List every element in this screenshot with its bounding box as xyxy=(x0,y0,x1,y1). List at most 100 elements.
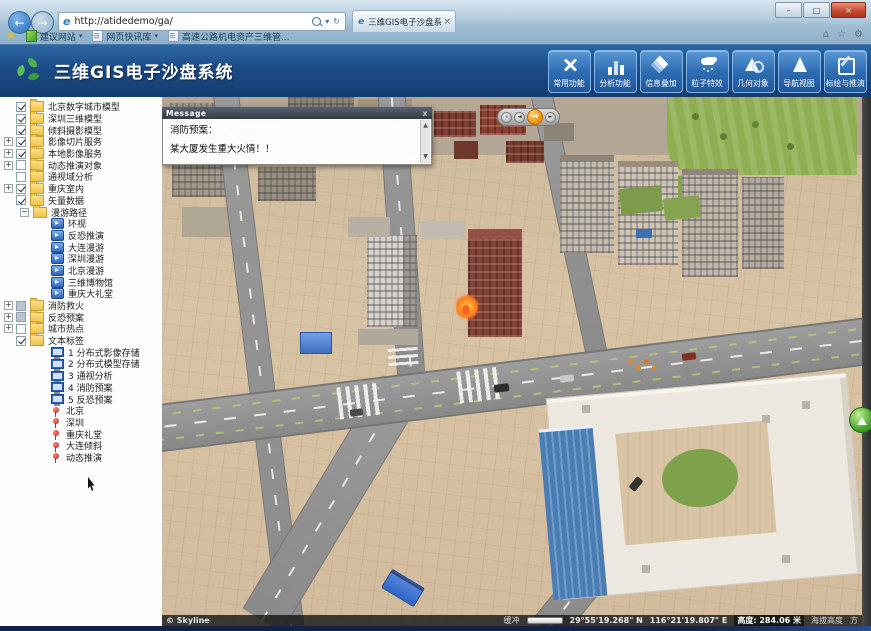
tree-item[interactable]: 深圳三维模型 xyxy=(0,113,162,125)
tree-item[interactable]: 大连漫游 xyxy=(0,241,162,253)
tree-checkbox[interactable] xyxy=(16,125,26,135)
tree-checkbox[interactable] xyxy=(16,312,26,322)
lawn xyxy=(667,97,857,175)
favorites-bar-item[interactable]: 高速公路机电资产三维管... xyxy=(168,30,293,43)
playback-button[interactable]: « xyxy=(501,112,512,123)
tree-item[interactable]: 3 通视分析 xyxy=(0,370,162,382)
tree-expand-toggle[interactable] xyxy=(4,149,13,158)
tree-item[interactable]: 大连倾斜 xyxy=(0,440,162,452)
tree-checkbox[interactable] xyxy=(16,324,26,334)
map-3d-viewport[interactable]: Message x 消防预案： 某大厦发生重大火情！！ ▲ ▼ « ◄ → xyxy=(162,97,862,626)
tree-expand-toggle[interactable] xyxy=(4,324,13,333)
tree-item[interactable]: 重庆大礼堂 xyxy=(0,288,162,300)
tree-item[interactable]: 北京数字城市模型 xyxy=(0,101,162,113)
tree-item[interactable]: 2 分布式模型存储 xyxy=(0,358,162,370)
tree-checkbox[interactable] xyxy=(16,102,26,112)
tree-item[interactable]: 消防救火 xyxy=(0,300,162,312)
favorites-bar-item[interactable]: 建议网站 ▾ xyxy=(26,30,83,43)
tree-expand-toggle[interactable] xyxy=(20,208,29,217)
tree-item[interactable]: 倾斜摄影模型 xyxy=(0,124,162,136)
message-popup[interactable]: Message x 消防预案： 某大厦发生重大火情！！ ▲ ▼ xyxy=(162,107,432,165)
tree-expand-toggle[interactable] xyxy=(4,137,13,146)
apartment-building xyxy=(742,177,784,269)
address-dropdown-caret[interactable]: ▾ xyxy=(325,17,329,26)
playback-button[interactable]: → xyxy=(527,109,543,125)
tree-item[interactable]: 重庆礼堂 xyxy=(0,428,162,440)
tree-expand-toggle[interactable] xyxy=(4,301,13,310)
tree-item[interactable]: 动态推演 xyxy=(0,452,162,464)
popup-close-icon[interactable]: x xyxy=(422,109,428,118)
tree-item[interactable]: 环视 xyxy=(0,218,162,230)
playback-button[interactable]: ◄ xyxy=(514,112,525,123)
tree-item[interactable]: 北京 xyxy=(0,405,162,417)
tree-item[interactable]: 反恐推演 xyxy=(0,230,162,242)
toolbar-button[interactable]: 标绘与推演 xyxy=(824,50,867,93)
tree-checkbox[interactable] xyxy=(16,195,26,205)
tree-item[interactable]: 深圳 xyxy=(0,417,162,429)
toolbar-button[interactable]: 导航视图 xyxy=(778,50,821,93)
tree-item[interactable]: 重庆室内 xyxy=(0,183,162,195)
toolbar-button-label: 粒子特效 xyxy=(692,77,723,88)
tree-checkbox[interactable] xyxy=(16,114,26,124)
tree-checkbox[interactable] xyxy=(16,301,26,311)
playback-button[interactable]: ► xyxy=(545,112,556,123)
tree-checkbox[interactable] xyxy=(16,149,26,159)
blue-roof xyxy=(636,229,652,238)
fire-core xyxy=(462,305,470,315)
toolbar-button[interactable]: 几何对象 xyxy=(732,50,775,93)
search-icon[interactable] xyxy=(312,17,321,26)
message-popup-titlebar[interactable]: Message x xyxy=(162,107,432,119)
popup-scrollbar[interactable]: ▲ ▼ xyxy=(420,120,430,163)
tree-expand-toggle[interactable] xyxy=(4,184,13,193)
orange-markers xyxy=(628,359,633,364)
scroll-down-icon[interactable]: ▼ xyxy=(423,151,428,163)
tree-checkbox[interactable] xyxy=(16,172,26,182)
tree-checkbox[interactable] xyxy=(16,184,26,194)
tree-checkbox[interactable] xyxy=(16,137,26,147)
message-popup-body: 消防预案： 某大厦发生重大火情！！ ▲ ▼ xyxy=(162,119,432,165)
toolbar-button[interactable]: 粒子特效 xyxy=(686,50,729,93)
toolbar-button[interactable]: 信息叠加 xyxy=(640,50,683,93)
office-tower xyxy=(367,235,417,327)
favorites-star-icon[interactable]: ☆ xyxy=(837,29,846,40)
tab-close-icon[interactable]: × xyxy=(443,17,451,27)
tree-item[interactable]: 三维博物馆 xyxy=(0,276,162,288)
scroll-up-icon[interactable]: ▲ xyxy=(423,120,428,132)
toolbar-button[interactable]: 分析功能 xyxy=(594,50,637,93)
tree-item[interactable]: 城市热点 xyxy=(0,323,162,335)
window-controls: – □ × xyxy=(775,2,866,18)
tree-item[interactable]: 矢量数据 xyxy=(0,195,162,207)
tree-checkbox[interactable] xyxy=(16,336,26,346)
tree-item[interactable]: 影像切片服务 xyxy=(0,136,162,148)
navigation-sphere-button[interactable] xyxy=(849,407,871,433)
tree-dot xyxy=(692,113,699,120)
toolbar-button-label: 标绘与推演 xyxy=(826,77,865,88)
toolbar-button[interactable]: 常用功能 xyxy=(548,50,591,93)
tree-expand-toggle[interactable] xyxy=(4,161,13,170)
tree-checkbox[interactable] xyxy=(16,160,26,170)
tree-item[interactable]: 文本标签 xyxy=(0,335,162,347)
favorites-bar-item[interactable]: 网页快讯库 ▾ xyxy=(92,30,158,43)
url-text[interactable]: http://atidedemo/ga/ xyxy=(74,16,310,27)
tree-item[interactable]: 4 消防预案 xyxy=(0,382,162,394)
window-close-button[interactable]: × xyxy=(831,2,866,18)
tree-item[interactable]: 北京漫游 xyxy=(0,265,162,277)
tree-item[interactable]: 1 分布式影像存储 xyxy=(0,346,162,358)
tree-item[interactable]: 动态推演对象 xyxy=(0,159,162,171)
tree-expand-toggle[interactable] xyxy=(4,313,13,322)
tree-item[interactable]: 深圳漫游 xyxy=(0,253,162,265)
tree-item[interactable]: 5 反恐预案 xyxy=(0,393,162,405)
direction-label: 方 xyxy=(850,615,858,626)
tree-item[interactable]: 通视域分析 xyxy=(0,171,162,183)
refresh-icon[interactable]: ↻ xyxy=(333,17,340,26)
window-maximize-button[interactable]: □ xyxy=(803,2,830,18)
tree-item[interactable]: 本地影像服务 xyxy=(0,148,162,160)
buffer-progress-bar xyxy=(527,617,563,624)
window-minimize-button[interactable]: – xyxy=(775,2,802,18)
favorite-icon xyxy=(26,30,37,42)
add-favorite-star-icon[interactable]: ★ xyxy=(6,31,16,41)
home-icon[interactable]: ⌂ xyxy=(823,29,829,40)
settings-gear-icon[interactable]: ⚙ xyxy=(854,29,863,40)
tree-item[interactable]: 漫游路径 xyxy=(0,206,162,218)
tree-item[interactable]: 反恐预案 xyxy=(0,311,162,323)
